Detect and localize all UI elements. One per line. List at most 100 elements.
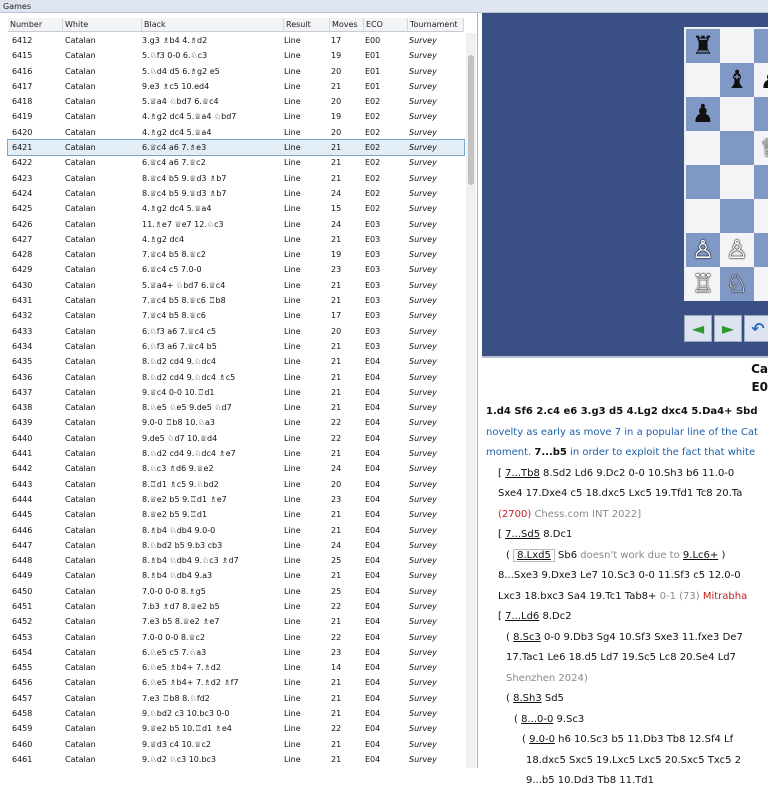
square-c7[interactable]: ♟	[754, 63, 768, 97]
square-b4[interactable]	[720, 165, 754, 199]
table-row[interactable]: 6412 Catalan 3.g3 ♗b4 4.♗d2 Line 17 E00 Survey	[8, 33, 464, 48]
variation-moves[interactable]: Sb6	[555, 550, 577, 561]
column-header-black[interactable]: Black	[142, 18, 284, 32]
table-row[interactable]: 6445 Catalan 8.♕e2 b5 9.♖d1 Line 21 E04 Survey	[8, 507, 464, 522]
table-row[interactable]: 6459 Catalan 9.♕e2 b5 10.♖d1 ♗e4 Line 22 E04 S…	[8, 721, 464, 736]
table-row[interactable]: 6417 Catalan 9.e3 ♗c5 10.ed4 Line 21 E01 Surve…	[8, 79, 464, 94]
table-row[interactable]: 6432 Catalan 7.♕c4 b5 8.♕c6 Line 17 E03 Survey	[8, 308, 464, 323]
square-a8[interactable]: ♜	[686, 29, 720, 63]
column-header-result[interactable]: Result	[284, 18, 330, 32]
square-c8[interactable]	[754, 29, 768, 63]
chess-piece-white[interactable]: ♙	[692, 233, 714, 267]
table-row[interactable]: 6423 Catalan 8.♕c4 b5 9.♕d3 ♗b7 Line 21 E02 Su…	[8, 171, 464, 186]
square-a6[interactable]: ♟	[686, 97, 720, 131]
takeback-button[interactable]: ↶	[744, 315, 768, 342]
table-row[interactable]: 6441 Catalan 8.♘d2 cd4 9.♘dc4 ♗e7 Line 21 E04…	[8, 446, 464, 461]
column-header-tournament[interactable]: Tournament	[408, 18, 464, 32]
table-row[interactable]: 6454 Catalan 6.♘e5 c5 7.♘a3 Line 23 E04 Survey	[8, 645, 464, 660]
table-row[interactable]: 6442 Catalan 8.♘c3 ♗d6 9.♕e2 Line 24 E04 Surve…	[8, 461, 464, 476]
square-b3[interactable]	[720, 199, 754, 233]
table-row[interactable]: 6428 Catalan 7.♕c4 b5 8.♕c2 Line 19 E03 Survey	[8, 247, 464, 262]
table-row[interactable]: 6422 Catalan 6.♕c4 a6 7.♕c2 Line 21 E02 Survey	[8, 155, 464, 170]
subvariation-line[interactable]: 17.Tac1 Le6 18.d5 Ld7 19.Sc5 Lc8 20.Se4 …	[486, 648, 768, 669]
table-row[interactable]: 6431 Catalan 7.♕c4 b5 8.♕c6 ♖b8 Line 21 E03 Su…	[8, 293, 464, 308]
table-row[interactable]: 6457 Catalan 7.e3 ♖b8 8.♘fd2 Line 21 E04 Surve…	[8, 691, 464, 706]
chess-piece-white[interactable]: ♕	[760, 131, 768, 165]
next-move-button[interactable]: ►	[714, 315, 742, 342]
square-c5[interactable]: ♕	[754, 131, 768, 165]
table-row[interactable]: 6416 Catalan 5.♘d4 d5 6.♗g2 e5 Line 20 E01 Sur…	[8, 64, 464, 79]
table-row[interactable]: 6446 Catalan 8.♗b4 ♘db4 9.0-0 Line 21 E04 Surv…	[8, 523, 464, 538]
table-row[interactable]: 6427 Catalan 4.♗g2 dc4 Line 21 E03 Survey	[8, 232, 464, 247]
square-c6[interactable]	[754, 97, 768, 131]
column-header-eco[interactable]: ECO	[364, 18, 408, 32]
move-link[interactable]: 7...b5	[534, 447, 566, 458]
table-row[interactable]: 6456 Catalan 6.♘e5 ♗b4+ 7.♗d2 ♗f7 Line 21 E04…	[8, 675, 464, 690]
table-row[interactable]: 6426 Catalan 11.♗e7 ♕e7 12.♘c3 Line 24 E03 Sur…	[8, 217, 464, 232]
move-link[interactable]: 7...Sd5	[505, 529, 540, 540]
table-row[interactable]: 6415 Catalan 5.♘f3 0-0 6.♘c3 Line 19 E01 Surve…	[8, 48, 464, 63]
table-row[interactable]: 6447 Catalan 8.♘bd2 b5 9.b3 cb3 Line 24 E04 Su…	[8, 538, 464, 553]
chess-board[interactable]: ♜♝♟♟♕♙♙♖♘	[684, 27, 768, 301]
move-link[interactable]: 7...Tb8	[505, 468, 540, 479]
table-row[interactable]: 6440 Catalan 9.de5 ♘d7 10.♕d4 Line 22 E04 Surv…	[8, 431, 464, 446]
square-b2[interactable]: ♙	[720, 233, 754, 267]
previous-move-button[interactable]: ◄	[684, 315, 712, 342]
table-row[interactable]: 6436 Catalan 8.♘d2 cd4 9.♘dc4 ♗c5 Line 21 E04…	[8, 370, 464, 385]
square-b1[interactable]: ♘	[720, 267, 754, 301]
column-header-number[interactable]: Number	[8, 18, 63, 32]
table-row[interactable]: 6421 Catalan 6.♕c4 a6 7.♗e3 Line 21 E02 Survey	[7, 139, 465, 157]
table-row[interactable]: 6419 Catalan 4.♗g2 dc4 5.♕a4 ♘bd7 Line 19 E02…	[8, 109, 464, 124]
table-row[interactable]: 6429 Catalan 6.♕c4 c5 7.0-0 Line 23 E03 Survey	[8, 262, 464, 277]
square-a5[interactable]	[686, 131, 720, 165]
square-a3[interactable]	[686, 199, 720, 233]
table-row[interactable]: 6450 Catalan 7.0-0 0-0 8.♗g5 Line 25 E04 Surve…	[8, 584, 464, 599]
table-row[interactable]: 6420 Catalan 4.♗g2 dc4 5.♕a4 Line 20 E02 Surve…	[8, 125, 464, 140]
move-link[interactable]: 8.Sc3	[513, 632, 541, 643]
chess-piece-white[interactable]: ♘	[726, 267, 748, 301]
chess-piece-black[interactable]: ♜	[692, 29, 714, 63]
table-row[interactable]: 6458 Catalan 9.♘bd2 c3 10.bc3 0-0 Line 21 E04…	[8, 706, 464, 721]
table-row[interactable]: 6461 Catalan 9.♘d2 ♘c3 10.bc3 Line 21 E04 Surv…	[8, 752, 464, 767]
subvariation-line[interactable]: 9...b5 10.Dd3 Tb8 11.Td1	[486, 771, 768, 792]
variation-moves[interactable]: 8.Sd2 Ld6 9.Dc2 0-0 10.Sh3 b6 11.0-0	[540, 468, 734, 479]
table-row[interactable]: 6425 Catalan 4.♗g2 dc4 5.♕a4 Line 15 E02 Surve…	[8, 201, 464, 216]
square-c4[interactable]	[754, 165, 768, 199]
variation-moves[interactable]: 9.Sc3	[553, 714, 585, 725]
chess-piece-black[interactable]: ♟	[692, 97, 714, 131]
table-row[interactable]: 6444 Catalan 8.♕e2 b5 9.♖d1 ♗e7 Line 23 E04 Su…	[8, 492, 464, 507]
table-row[interactable]: 6433 Catalan 6.♘f3 a6 7.♕c4 c5 Line 20 E03 Sur…	[8, 324, 464, 339]
move-link[interactable]: 9.Lc6+	[683, 550, 718, 561]
chess-piece-white[interactable]: ♖	[692, 267, 714, 301]
table-row[interactable]: 6424 Catalan 8.♕c4 b5 9.♕d3 ♗b7 Line 24 E02 Su…	[8, 186, 464, 201]
square-a2[interactable]: ♙	[686, 233, 720, 267]
table-row[interactable]: 6435 Catalan 8.♘d2 cd4 9.♘dc4 Line 21 E04 Surv…	[8, 354, 464, 369]
variation-moves[interactable]: Lxc3 18.bxc3 Sa4 19.Tc1 Tab8+	[498, 591, 656, 602]
table-row[interactable]: 6449 Catalan 8.♗b4 ♘db4 9.a3 Line 21 E04 Surve…	[8, 568, 464, 583]
square-a1[interactable]: ♖	[686, 267, 720, 301]
table-row[interactable]: 6452 Catalan 7.e3 b5 8.♕e2 ♗e7 Line 21 E04 Sur…	[8, 614, 464, 629]
square-b5[interactable]	[720, 131, 754, 165]
chess-piece-white[interactable]: ♙	[726, 233, 748, 267]
column-header-white[interactable]: White	[63, 18, 142, 32]
variation-line[interactable]: Sxe4 17.Dxe4 c5 18.dxc5 Lxc5 19.Tfd1 Tc8…	[486, 484, 768, 505]
table-row[interactable]: 6448 Catalan 8.♗b4 ♘db4 9.♘c3 ♗d7 Line 25 E04…	[8, 553, 464, 568]
games-scrollbar-thumb[interactable]	[468, 55, 474, 185]
chess-piece-black[interactable]: ♟	[760, 63, 768, 97]
variation-moves[interactable]: Sd5	[542, 693, 564, 704]
square-a7[interactable]	[686, 63, 720, 97]
square-c1[interactable]	[754, 267, 768, 301]
square-b6[interactable]	[720, 97, 754, 131]
variation-moves[interactable]: 0-0 9.Db3 Sg4 10.Sf3 Sxe3 11.fxe3 De7	[541, 632, 743, 643]
square-b8[interactable]	[720, 29, 754, 63]
table-row[interactable]: 6418 Catalan 5.♕a4 ♘bd7 6.♕c4 Line 20 E02 Surv…	[8, 94, 464, 109]
variation-moves[interactable]: 8.Dc1	[540, 529, 572, 540]
table-row[interactable]: 6439 Catalan 9.0-0 ♖b8 10.♘a3 Line 22 E04 Surv…	[8, 415, 464, 430]
move-link[interactable]: 7...Ld6	[505, 611, 539, 622]
variation-moves[interactable]: h6 10.Sc3 b5 11.Db3 Tb8 12.Sf4 Lf	[555, 734, 733, 745]
mainline-moves[interactable]: 1.d4 Sf6 2.c4 e6 3.g3 d5 4.Lg2 dxc4 5.Da…	[486, 402, 768, 423]
table-row[interactable]: 6434 Catalan 6.♘f3 a6 7.♕c4 b5 Line 21 E03 Sur…	[8, 339, 464, 354]
table-row[interactable]: 6453 Catalan 7.0-0 0-0 8.♕c2 Line 22 E04 Surve…	[8, 630, 464, 645]
move-link[interactable]: 8.Sh3	[513, 693, 542, 704]
chess-piece-black[interactable]: ♝	[726, 63, 748, 97]
